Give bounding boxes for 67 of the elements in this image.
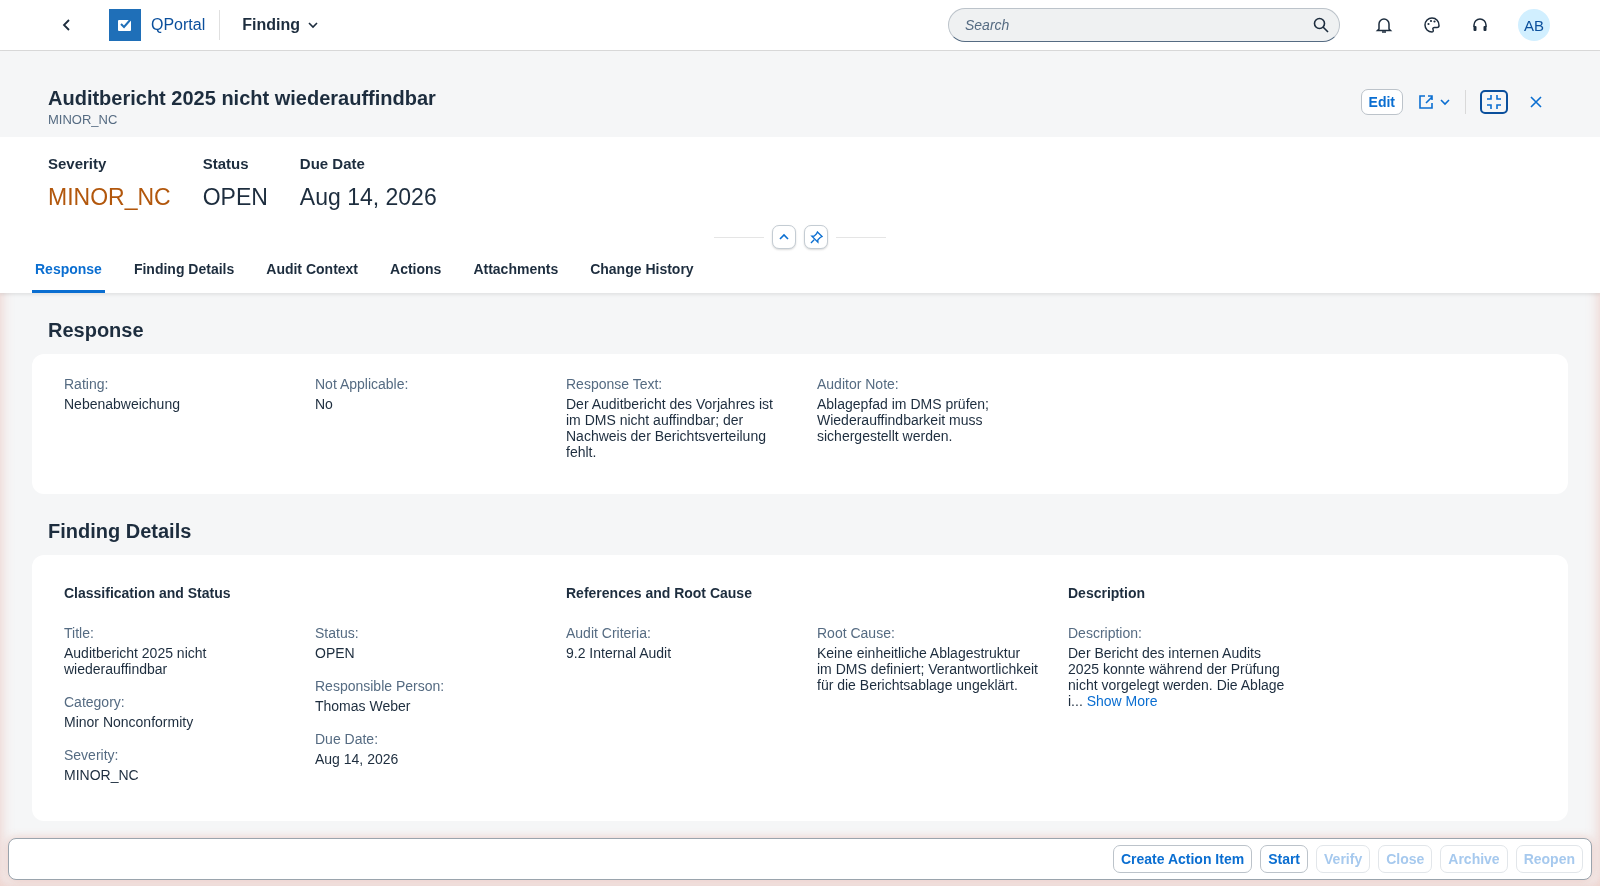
logo-icon[interactable] xyxy=(109,9,141,41)
field-value: Der Auditbericht des Vorjahres ist im DMS nicht auffindbar; der Nachweis der Berichtsverteilung fehlt. xyxy=(566,396,774,460)
tab[interactable]: Finding Details xyxy=(130,249,238,293)
kpi-label: Due Date xyxy=(299,155,366,172)
field-value: No xyxy=(315,396,334,412)
chevron-down-icon xyxy=(307,19,319,31)
avatar[interactable]: AB xyxy=(1518,9,1550,41)
tab[interactable]: Change History xyxy=(587,249,697,293)
group-title: Description xyxy=(1068,585,1146,601)
field-label: Auditor Note: xyxy=(817,376,900,392)
chevron-down-icon xyxy=(1439,96,1451,108)
field-label: Description: xyxy=(1068,625,1143,641)
field-value: Keine einheitliche Ablagestruktur im DMS definiert; Verantwortlichkeit für die Berichtsablage ungeklärt. xyxy=(817,645,1038,693)
share-menu-button[interactable] xyxy=(1417,93,1451,111)
page-subtitle: MINOR_NC xyxy=(48,112,119,127)
footer-button[interactable]: Start xyxy=(1260,845,1309,873)
field-value: Minor Nonconformity xyxy=(64,714,195,730)
group-title: References and Root Cause xyxy=(566,585,753,601)
kpi-value: Aug 14, 2026 xyxy=(299,184,437,211)
headset-icon[interactable] xyxy=(1471,16,1489,34)
page-title: Auditbericht 2025 nicht wiederauffindbar xyxy=(48,87,436,110)
field-label: Responsible Person: xyxy=(315,678,446,694)
field-label: Audit Criteria: xyxy=(566,625,652,641)
tab[interactable]: Attachments xyxy=(470,249,562,293)
field-label: Root Cause: xyxy=(817,625,896,641)
pin-header-button[interactable] xyxy=(804,225,828,249)
field-value: MINOR_NC xyxy=(64,767,140,783)
field-value: Auditbericht 2025 nicht wiederauffindbar xyxy=(64,645,208,677)
search-icon[interactable] xyxy=(1313,17,1329,33)
section-title: Response xyxy=(48,319,145,342)
field-value: Der Bericht des internen Audits 2025 konnte während der Prüfung nicht vorgelegt werden. Die Ablage i... Show More xyxy=(1068,645,1286,709)
search-field[interactable]: Search xyxy=(948,8,1340,42)
field-label: Due Date: xyxy=(315,731,380,747)
edit-button[interactable]: Edit xyxy=(1360,89,1403,115)
app-name[interactable]: QPortal xyxy=(151,16,206,34)
palette-icon[interactable] xyxy=(1423,16,1441,34)
kpi-value: MINOR_NC xyxy=(48,184,171,211)
field-label: Not Applicable: xyxy=(315,376,410,392)
field-value: Thomas Weber xyxy=(315,698,412,714)
pin-icon xyxy=(809,230,823,244)
footer-button[interactable]: Create Action Item xyxy=(1112,845,1253,873)
tab[interactable]: Audit Context xyxy=(263,249,362,293)
section-title: Finding Details xyxy=(48,520,193,543)
field-label: Severity: xyxy=(64,747,120,763)
show-more-link[interactable]: Show More xyxy=(1086,693,1158,709)
field-label: Rating: xyxy=(64,376,110,392)
group-title: Classification and Status xyxy=(64,585,232,601)
exit-fullscreen-icon xyxy=(1484,92,1504,112)
field-label: Title: xyxy=(64,625,95,641)
field-value: Aug 14, 2026 xyxy=(315,751,400,767)
field-value: 9.2 Internal Audit xyxy=(566,645,673,661)
tab[interactable]: Response xyxy=(32,249,105,293)
field-value: OPEN xyxy=(315,645,356,661)
field-label: Response Text: xyxy=(566,376,664,392)
exit-fullscreen-button[interactable] xyxy=(1480,90,1508,114)
share-icon xyxy=(1417,93,1435,111)
tab[interactable]: Actions xyxy=(387,249,445,293)
collapse-header-button[interactable] xyxy=(772,225,796,249)
context-menu-button[interactable]: Finding xyxy=(242,16,319,34)
field-label: Category: xyxy=(64,694,126,710)
kpi-label: Severity xyxy=(48,155,108,172)
kpi-value: OPEN xyxy=(202,184,268,211)
field-label: Status: xyxy=(315,625,360,641)
field-value: Nebenabweichung xyxy=(64,396,181,412)
field-value: Ablagepfad im DMS prüfen; Wiederauffindbarkeit muss sichergestellt werden. xyxy=(817,396,990,444)
bell-icon[interactable] xyxy=(1375,16,1393,34)
kpi-label: Status xyxy=(202,155,250,172)
